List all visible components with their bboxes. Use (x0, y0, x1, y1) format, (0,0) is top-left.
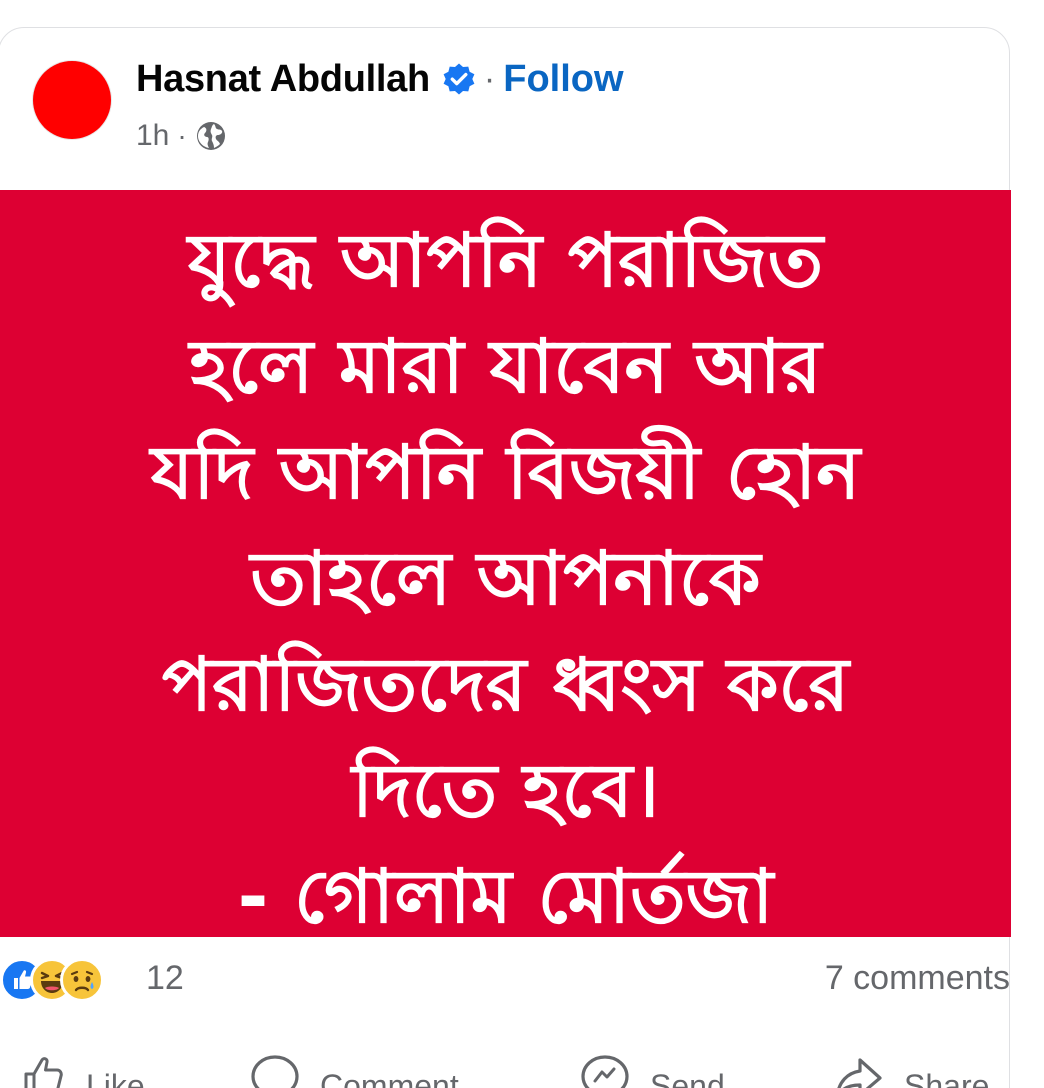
comment-label: Comment (320, 1068, 459, 1088)
send-label: Send (650, 1068, 725, 1088)
share-icon (832, 1052, 886, 1088)
author-avatar[interactable] (33, 61, 111, 139)
post-header: Hasnat Abdullah · Follow 1h · (0, 0, 1044, 190)
quote-line: পরাজিতদের ধ্বংস করে (161, 642, 850, 728)
comment-button[interactable]: Comment (248, 1052, 459, 1088)
post-image[interactable]: যুদ্ধে আপনি পরাজিত হলে মারা যাবেন আর যদি… (0, 190, 1011, 937)
reactions-summary: 12 7 comments (0, 937, 1044, 1025)
globe-icon[interactable] (195, 120, 227, 152)
quote-text: যুদ্ধে আপনি পরাজিত হলে মারা যাবেন আর যদি… (0, 208, 1011, 937)
post-action-bar: Like Comment Send Share (0, 1052, 1044, 1088)
follow-button[interactable]: Follow (503, 58, 623, 101)
name-separator: · (483, 59, 496, 98)
quote-attribution: - গোলাম মোর্তজা (237, 854, 774, 937)
like-label: Like (86, 1068, 145, 1088)
reaction-count[interactable]: 12 (146, 959, 184, 998)
author-name[interactable]: Hasnat Abdullah (136, 58, 430, 101)
quote-line: তাহলে আপনাকে (250, 536, 761, 622)
sad-reaction-icon (60, 958, 104, 1002)
send-button[interactable]: Send (578, 1052, 725, 1088)
like-button[interactable]: Like (20, 1052, 145, 1088)
meta-separator: · (177, 120, 187, 151)
quote-line: দিতে হবে। (351, 748, 660, 834)
post-timestamp[interactable]: 1h (136, 119, 169, 153)
share-button[interactable]: Share (832, 1052, 989, 1088)
share-label: Share (904, 1068, 990, 1088)
post-meta-row: 1h · (136, 116, 227, 156)
quote-line: যদি আপনি বিজয়ী হোন (150, 430, 861, 516)
reaction-icons[interactable] (0, 958, 104, 1002)
author-name-row: Hasnat Abdullah · Follow (136, 56, 624, 102)
like-icon (20, 1052, 68, 1088)
verified-badge-icon (442, 62, 476, 96)
comment-icon (248, 1052, 302, 1088)
quote-line: হলে মারা যাবেন আর (189, 324, 822, 410)
send-icon (578, 1052, 632, 1088)
comments-count[interactable]: 7 comments (825, 959, 1010, 998)
quote-line: যুদ্ধে আপনি পরাজিত (187, 218, 824, 304)
post-page: Hasnat Abdullah · Follow 1h · যুদ্ধে আপন… (0, 0, 1044, 1088)
